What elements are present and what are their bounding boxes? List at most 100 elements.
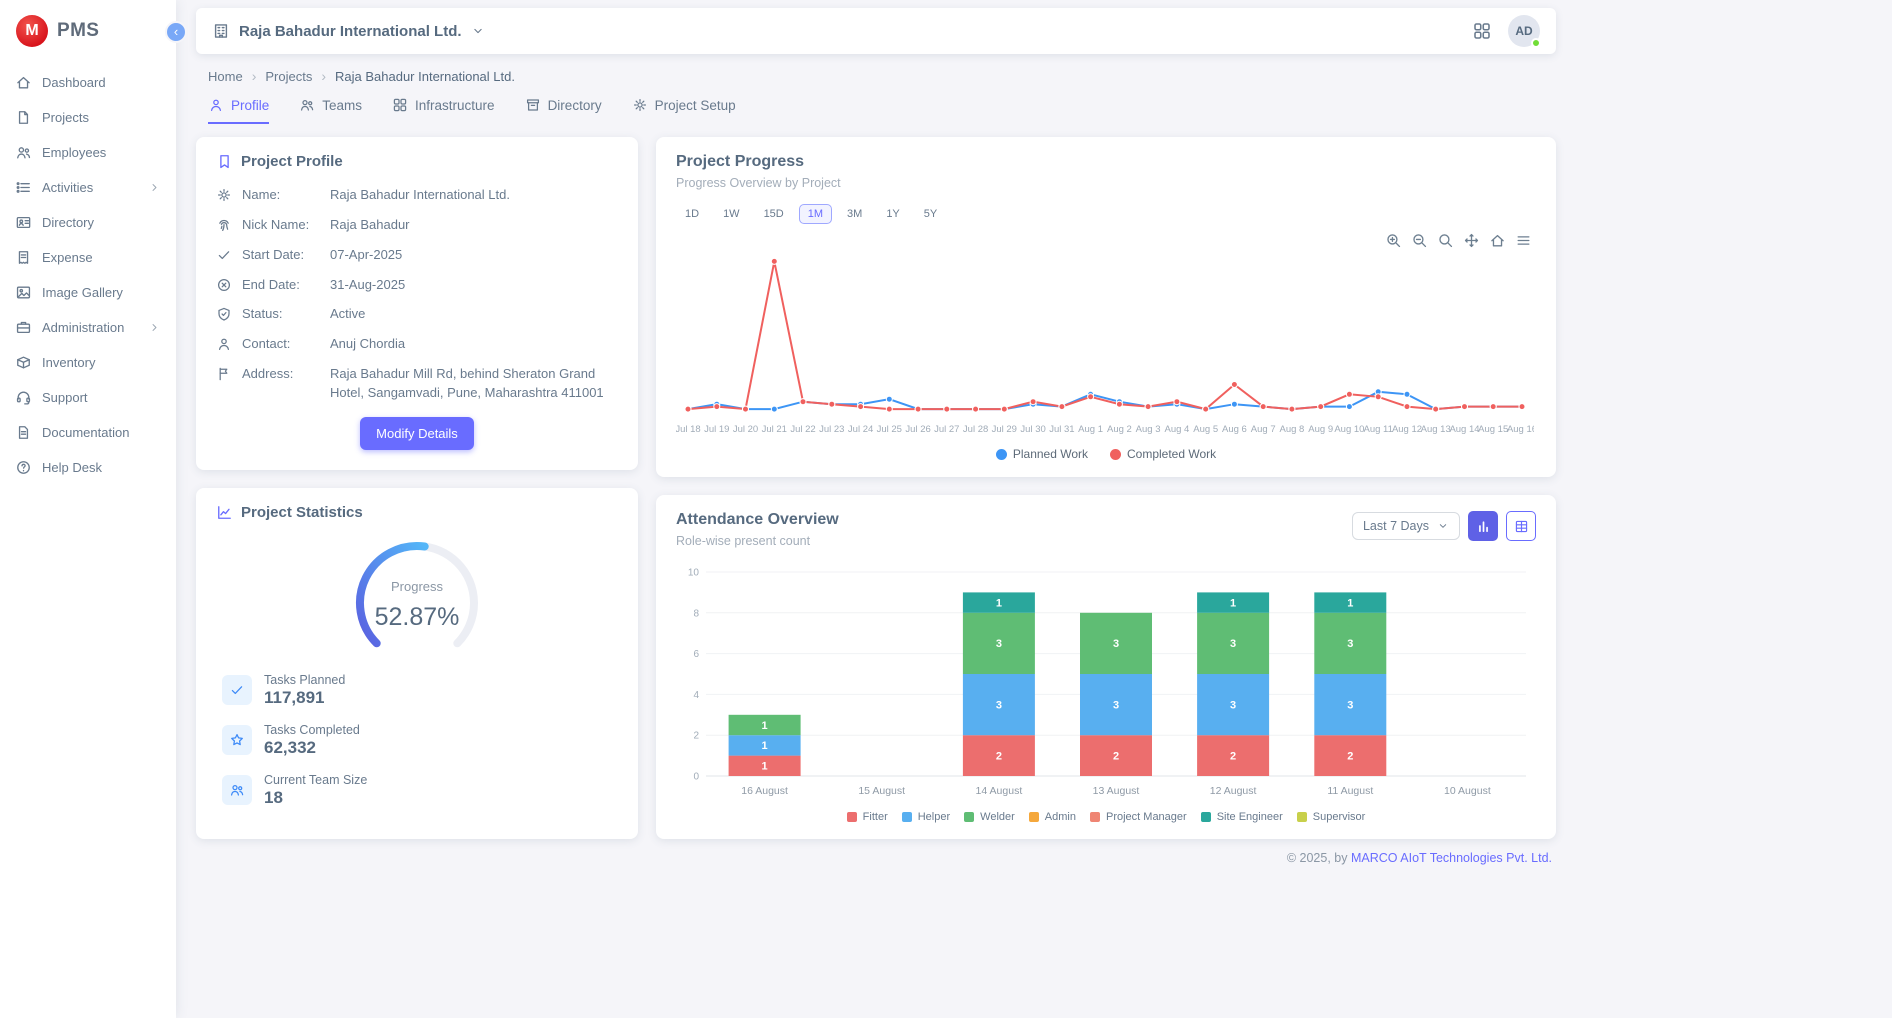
data-point-completed-work[interactable] (858, 404, 864, 410)
data-point-planned-work[interactable] (771, 406, 777, 412)
pan-button[interactable] (1463, 232, 1480, 249)
legend-item-fitter[interactable]: Fitter (847, 811, 888, 823)
data-point-completed-work[interactable] (1174, 399, 1180, 405)
legend-item-project-manager[interactable]: Project Manager (1090, 811, 1187, 823)
user-avatar[interactable]: AD (1508, 15, 1540, 47)
sidebar-item-dashboard[interactable]: Dashboard (0, 65, 176, 100)
data-point-completed-work[interactable] (973, 406, 979, 412)
sidebar-item-employees[interactable]: Employees (0, 135, 176, 170)
attendance-titles: Attendance Overview Role-wise present co… (676, 511, 839, 548)
sidebar-item-administration[interactable]: Administration (0, 310, 176, 345)
sidebar-item-projects[interactable]: Projects (0, 100, 176, 135)
breadcrumb-item-projects[interactable]: Projects (265, 69, 312, 84)
x-axis-label: Jul 18 (676, 424, 701, 435)
line-chart[interactable]: Jul 18Jul 19Jul 20Jul 21Jul 22Jul 23Jul … (676, 240, 1536, 445)
data-point-completed-work[interactable] (1231, 382, 1237, 388)
breadcrumb-item-home[interactable]: Home (208, 69, 243, 84)
tab-directory[interactable]: Directory (525, 97, 602, 124)
data-point-completed-work[interactable] (1059, 404, 1065, 410)
legend-item-admin[interactable]: Admin (1029, 811, 1076, 823)
tab-infrastructure[interactable]: Infrastructure (392, 97, 495, 124)
data-point-completed-work[interactable] (1145, 404, 1151, 410)
sidebar-collapse-button[interactable]: ‹ (165, 21, 187, 43)
legend-item-completed-work[interactable]: Completed Work (1110, 447, 1216, 461)
company-selector[interactable]: Raja Bahadur International Ltd. (212, 22, 485, 40)
home-button[interactable] (1489, 232, 1506, 249)
data-point-planned-work[interactable] (1346, 404, 1352, 410)
data-point-completed-work[interactable] (1375, 394, 1381, 400)
legend-item-helper[interactable]: Helper (902, 811, 950, 823)
modify-details-button[interactable]: Modify Details (360, 417, 474, 450)
sidebar-item-documentation[interactable]: Documentation (0, 415, 176, 450)
data-point-completed-work[interactable] (915, 406, 921, 412)
data-point-planned-work[interactable] (1231, 401, 1237, 407)
sidebar-item-activities[interactable]: Activities (0, 170, 176, 205)
data-point-completed-work[interactable] (771, 258, 777, 264)
sidebar-item-help-desk[interactable]: Help Desk (0, 450, 176, 485)
range-5y[interactable]: 5Y (915, 204, 946, 224)
table-view-button[interactable] (1506, 511, 1536, 541)
sidebar-item-image-gallery[interactable]: Image Gallery (0, 275, 176, 310)
data-point-completed-work[interactable] (1001, 406, 1007, 412)
data-point-completed-work[interactable] (1519, 404, 1525, 410)
legend-item-welder[interactable]: Welder (964, 811, 1015, 823)
data-point-completed-work[interactable] (743, 406, 749, 412)
apps-grid-button[interactable] (1472, 21, 1492, 41)
data-point-planned-work[interactable] (886, 396, 892, 402)
bar-chart[interactable]: 024681011116 August15 August233114 Augus… (676, 562, 1536, 807)
data-point-completed-work[interactable] (1116, 401, 1122, 407)
range-1y[interactable]: 1Y (877, 204, 908, 224)
tab-profile[interactable]: Profile (208, 97, 269, 124)
data-point-completed-work[interactable] (1433, 406, 1439, 412)
range-15d[interactable]: 15D (755, 204, 793, 224)
legend-item-supervisor[interactable]: Supervisor (1297, 811, 1366, 823)
footer-link[interactable]: MARCO AIoT Technologies Pvt. Ltd. (1351, 851, 1552, 865)
data-point-completed-work[interactable] (1346, 391, 1352, 397)
flag-icon (216, 366, 232, 382)
data-point-completed-work[interactable] (1490, 404, 1496, 410)
sidebar-item-label: Support (42, 390, 161, 405)
data-point-completed-work[interactable] (685, 406, 691, 412)
date-range-select[interactable]: Last 7 Days (1352, 512, 1460, 540)
sidebar-item-support[interactable]: Support (0, 380, 176, 415)
legend-item-planned-work[interactable]: Planned Work (996, 447, 1088, 461)
sidebar-item-directory[interactable]: Directory (0, 205, 176, 240)
data-point-planned-work[interactable] (1404, 391, 1410, 397)
tab-project-setup[interactable]: Project Setup (632, 97, 736, 124)
data-point-completed-work[interactable] (1289, 406, 1295, 412)
sidebar-item-expense[interactable]: Expense (0, 240, 176, 275)
tab-teams[interactable]: Teams (299, 97, 362, 124)
sidebar-item-inventory[interactable]: Inventory (0, 345, 176, 380)
data-point-completed-work[interactable] (1462, 404, 1468, 410)
legend-item-site-engineer[interactable]: Site Engineer (1201, 811, 1283, 823)
project-progress-chart[interactable]: Jul 18Jul 19Jul 20Jul 21Jul 22Jul 23Jul … (676, 240, 1534, 440)
data-point-completed-work[interactable] (1088, 394, 1094, 400)
menu-button[interactable] (1515, 232, 1532, 249)
selection-zoom-button[interactable] (1437, 232, 1454, 249)
data-point-completed-work[interactable] (1318, 404, 1324, 410)
bar-value: 2 (1113, 750, 1119, 762)
app-logo[interactable]: M PMS (0, 0, 176, 59)
data-point-completed-work[interactable] (1030, 399, 1036, 405)
zoom-out-button[interactable] (1411, 232, 1428, 249)
data-point-completed-work[interactable] (829, 401, 835, 407)
range-3m[interactable]: 3M (838, 204, 871, 224)
data-point-completed-work[interactable] (944, 406, 950, 412)
range-1m[interactable]: 1M (799, 204, 832, 224)
statistics-list: Tasks Planned117,891Tasks Completed62,33… (216, 673, 618, 808)
zoom-in-button[interactable] (1385, 232, 1402, 249)
legend-label: Supervisor (1313, 811, 1366, 823)
range-1d[interactable]: 1D (676, 204, 708, 224)
field-value: Raja Bahadur (330, 216, 618, 235)
infrastructure-icon (392, 97, 408, 113)
data-point-completed-work[interactable] (714, 404, 720, 410)
data-point-completed-work[interactable] (800, 399, 806, 405)
data-point-completed-work[interactable] (1404, 404, 1410, 410)
data-point-completed-work[interactable] (886, 406, 892, 412)
data-point-completed-work[interactable] (1260, 404, 1266, 410)
legend-label: Project Manager (1106, 811, 1187, 823)
data-point-completed-work[interactable] (1203, 406, 1209, 412)
chart-view-button[interactable] (1468, 511, 1498, 541)
range-1w[interactable]: 1W (714, 204, 749, 224)
attendance-chart[interactable]: 024681011116 August15 August233114 Augus… (676, 562, 1534, 802)
